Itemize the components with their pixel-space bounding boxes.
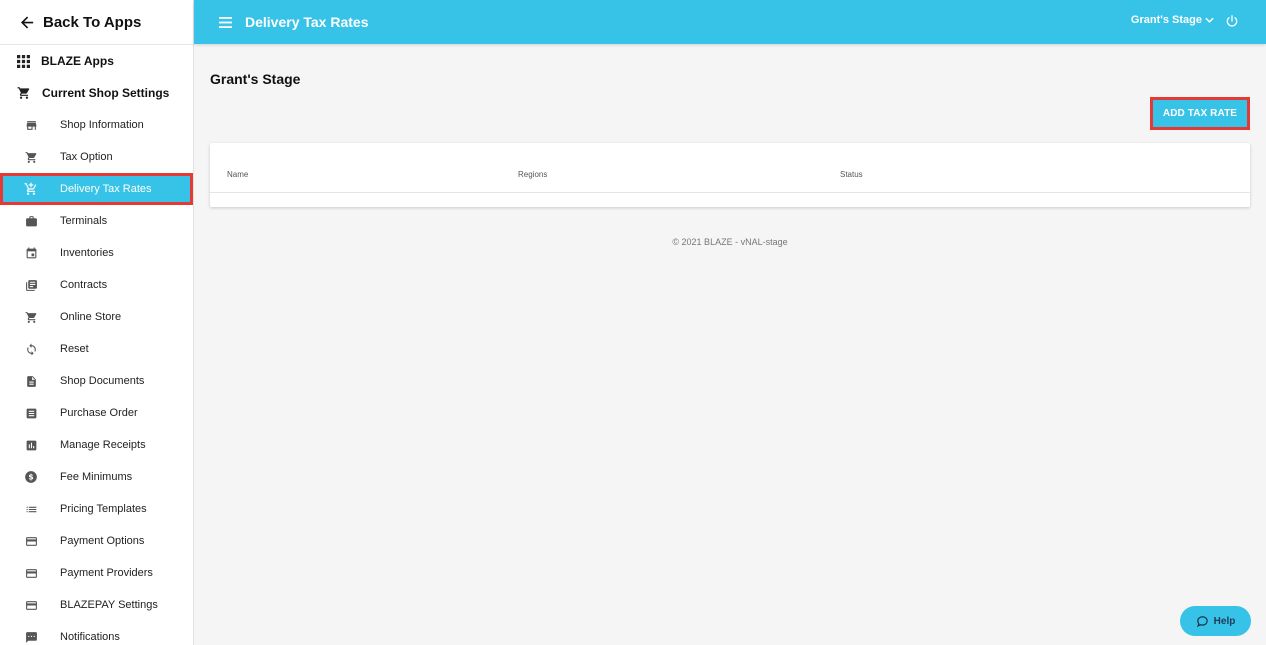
calendar-icon — [23, 245, 39, 261]
svg-text:$: $ — [28, 473, 33, 482]
column-header-status[interactable]: Status — [840, 170, 863, 179]
sidebar-item-online-store[interactable]: Online Store — [0, 301, 193, 333]
sidebar-item-label: Shop Documents — [60, 375, 145, 387]
current-shop-settings-link[interactable]: Current Shop Settings — [0, 77, 193, 109]
table-header-row: Name Regions Status — [210, 143, 1250, 193]
sidebar-item-delivery-tax-rates[interactable]: Delivery Tax Rates — [0, 173, 193, 205]
sidebar-item-label: Reset — [60, 343, 89, 355]
help-button[interactable]: Help — [1180, 606, 1251, 636]
add-tax-rate-button[interactable]: ADD TAX RATE — [1150, 97, 1250, 130]
current-shop-settings-label: Current Shop Settings — [42, 86, 170, 100]
chevron-down-icon — [1205, 14, 1214, 26]
footer-copyright: © 2021 BLAZE - vNAL-stage — [672, 237, 788, 247]
sidebar-item-payment-options[interactable]: Payment Options — [0, 525, 193, 557]
sidebar-item-label: Tax Option — [60, 151, 113, 163]
sidebar-item-label: Payment Providers — [60, 567, 153, 579]
credit-card-icon — [23, 565, 39, 581]
power-icon[interactable] — [1225, 14, 1241, 30]
list-box-icon — [23, 405, 39, 421]
sidebar-item-label: Payment Options — [60, 535, 145, 547]
sidebar: Back To Apps BLAZE Apps Current Shop Set… — [0, 0, 194, 645]
document-icon — [23, 373, 39, 389]
top-app-bar: Delivery Tax Rates Grant's Stage — [194, 0, 1266, 44]
tax-rates-table: Name Regions Status — [210, 143, 1250, 207]
store-selector[interactable]: Grant's Stage — [1131, 14, 1214, 26]
refresh-icon — [23, 341, 39, 357]
shop-title: Grant's Stage — [210, 71, 301, 87]
cart-icon — [23, 149, 39, 165]
sidebar-item-payment-providers[interactable]: Payment Providers — [0, 557, 193, 589]
arrow-left-icon — [21, 15, 34, 29]
sidebar-item-shop-information[interactable]: Shop Information — [0, 109, 193, 141]
menu-icon[interactable] — [217, 14, 233, 30]
credit-card-icon — [23, 533, 39, 549]
column-header-regions[interactable]: Regions — [518, 170, 547, 179]
sidebar-item-manage-receipts[interactable]: Manage Receipts — [0, 429, 193, 461]
sidebar-item-label: BLAZEPAY Settings — [60, 599, 158, 611]
store-icon — [23, 117, 39, 133]
briefcase-icon — [23, 213, 39, 229]
column-header-name[interactable]: Name — [227, 170, 248, 179]
sidebar-item-shop-documents[interactable]: Shop Documents — [0, 365, 193, 397]
back-to-apps-link[interactable]: Back To Apps — [0, 0, 193, 45]
bar-chart-icon — [23, 437, 39, 453]
credit-card-icon — [23, 597, 39, 613]
chat-bubble-icon — [1196, 615, 1209, 628]
sidebar-item-label: Contracts — [60, 279, 108, 291]
sidebar-item-fee-minimums[interactable]: $ Fee Minimums — [0, 461, 193, 493]
blaze-apps-link[interactable]: BLAZE Apps — [0, 45, 193, 77]
sidebar-item-label: Purchase Order — [60, 407, 138, 419]
sidebar-item-label: Online Store — [60, 311, 122, 323]
sidebar-item-label: Fee Minimums — [60, 471, 133, 483]
sidebar-item-pricing-templates[interactable]: Pricing Templates — [0, 493, 193, 525]
page-title: Delivery Tax Rates — [245, 14, 369, 30]
dollar-icon: $ — [23, 469, 39, 485]
sidebar-item-reset[interactable]: Reset — [0, 333, 193, 365]
sidebar-item-tax-option[interactable]: Tax Option — [0, 141, 193, 173]
cart-icon — [23, 309, 39, 325]
apps-grid-icon — [17, 54, 30, 68]
help-label: Help — [1213, 615, 1236, 627]
sidebar-item-label: Terminals — [60, 215, 108, 227]
store-selector-label: Grant's Stage — [1130, 14, 1202, 26]
sidebar-item-label: Shop Information — [60, 119, 144, 131]
sidebar-item-inventories[interactable]: Inventories — [0, 237, 193, 269]
comment-icon — [23, 629, 39, 645]
library-books-icon — [23, 277, 39, 293]
cart-icon — [17, 86, 31, 100]
sidebar-item-label: Inventories — [60, 247, 114, 259]
list-icon — [23, 501, 39, 517]
sidebar-item-notifications[interactable]: Notifications — [0, 621, 193, 645]
sidebar-item-contracts[interactable]: Contracts — [0, 269, 193, 301]
sidebar-item-blazepay-settings[interactable]: BLAZEPAY Settings — [0, 589, 193, 621]
sidebar-item-label: Pricing Templates — [60, 503, 147, 515]
sidebar-item-label: Delivery Tax Rates — [60, 183, 152, 195]
back-to-apps-label: Back To Apps — [43, 13, 142, 31]
sidebar-item-terminals[interactable]: Terminals — [0, 205, 193, 237]
sidebar-item-label: Notifications — [60, 631, 120, 643]
sidebar-item-label: Manage Receipts — [60, 439, 146, 451]
cart-plus-icon — [23, 181, 39, 197]
sidebar-item-purchase-order[interactable]: Purchase Order — [0, 397, 193, 429]
blaze-apps-label: BLAZE Apps — [41, 54, 114, 68]
